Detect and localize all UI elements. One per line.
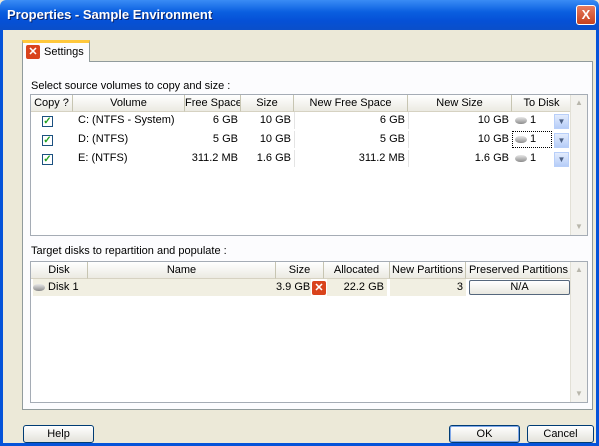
col-to-disk-header[interactable]: To Disk: [512, 95, 572, 112]
col-size-header[interactable]: Size: [276, 262, 324, 279]
close-button[interactable]: X: [576, 5, 596, 25]
target-disks-label: Target disks to repartition and populate…: [31, 245, 227, 257]
col-new-partitions-header[interactable]: New Partitions: [390, 262, 466, 279]
volume-cell: C: (NTFS - System): [78, 114, 175, 126]
source-scrollbar[interactable]: ▲ ▼: [570, 95, 587, 235]
copy-checkbox[interactable]: ✓: [42, 116, 53, 127]
new-free-space-field[interactable]: 311.2 MB: [294, 150, 408, 167]
scroll-up-icon[interactable]: ▲: [572, 96, 586, 110]
disk-icon: [33, 283, 45, 291]
new-size-field[interactable]: 1.6 GB: [408, 150, 512, 167]
col-volume-header[interactable]: Volume: [73, 95, 185, 112]
source-volumes-label: Select source volumes to copy and size :: [31, 80, 231, 92]
chevron-down-icon[interactable]: ▼: [554, 114, 569, 129]
close-icon: X: [581, 7, 591, 22]
window-title: Properties - Sample Environment: [7, 7, 213, 22]
col-disk-header[interactable]: Disk: [31, 262, 88, 279]
help-button[interactable]: Help: [23, 425, 94, 443]
size-cell: 1.6 GB: [256, 152, 291, 164]
copy-checkbox[interactable]: ✓: [42, 135, 53, 146]
chevron-down-icon[interactable]: ▼: [554, 152, 569, 167]
new-size-field[interactable]: 10 GB: [408, 131, 512, 148]
col-size-header[interactable]: Size: [241, 95, 294, 112]
new-free-space-field[interactable]: 5 GB: [294, 131, 408, 148]
volume-cell: E: (NTFS): [78, 152, 128, 164]
volume-cell: D: (NTFS): [78, 133, 129, 145]
disk-cell: Disk 1: [33, 279, 88, 296]
copy-checkbox[interactable]: ✓: [42, 154, 53, 165]
to-disk-select[interactable]: 1: [512, 131, 552, 148]
allocated-cell: 22.2 GB: [327, 279, 387, 296]
disk-icon: [515, 135, 527, 143]
tab-settings-label: Settings: [44, 46, 84, 58]
source-volumes-grid: Copy ? Volume Free Space Size New Free S…: [30, 94, 588, 236]
scroll-down-icon[interactable]: ▼: [572, 387, 586, 401]
col-new-size-header[interactable]: New Size: [408, 95, 512, 112]
to-disk-value: 1: [530, 114, 537, 126]
cancel-button[interactable]: Cancel: [527, 425, 594, 443]
scroll-down-icon[interactable]: ▼: [572, 220, 586, 234]
col-new-free-space-header[interactable]: New Free Space: [294, 95, 408, 112]
disk-icon: [515, 154, 527, 162]
target-disks-grid: Disk Name Size Allocated New Partitions …: [30, 261, 588, 403]
to-disk-value: 1: [530, 152, 537, 164]
title-bar: Properties - Sample Environment X: [0, 0, 599, 30]
target-scrollbar[interactable]: ▲ ▼: [570, 262, 587, 402]
chevron-down-icon[interactable]: ▼: [554, 133, 569, 148]
new-size-field[interactable]: 10 GB: [408, 112, 512, 129]
size-cell: 3.9 GB: [276, 279, 311, 296]
ok-button[interactable]: OK: [449, 425, 520, 443]
disk-label: Disk 1: [48, 281, 79, 293]
col-copy-header[interactable]: Copy ?: [31, 95, 73, 112]
col-allocated-header[interactable]: Allocated: [324, 262, 390, 279]
col-free-space-header[interactable]: Free Space: [185, 95, 241, 112]
tab-settings[interactable]: ✕ Settings: [22, 40, 90, 62]
size-cell: 10 GB: [259, 114, 291, 126]
free-space-cell: 6 GB: [212, 114, 238, 126]
free-space-cell: 5 GB: [212, 133, 238, 145]
to-disk-value: 1: [530, 133, 537, 145]
size-cell: 10 GB: [259, 133, 291, 145]
col-preserved-partitions-header[interactable]: Preserved Partitions: [466, 262, 572, 279]
new-partitions-cell: 3: [390, 279, 466, 296]
new-free-space-field[interactable]: 6 GB: [294, 112, 408, 129]
free-space-cell: 311.2 MB: [191, 152, 238, 164]
scroll-up-icon[interactable]: ▲: [572, 263, 586, 277]
col-name-header[interactable]: Name: [88, 262, 276, 279]
preserved-partitions-button[interactable]: N/A: [469, 280, 570, 295]
disk-icon: [515, 116, 527, 124]
allocation-error-icon: ✕: [312, 281, 326, 295]
settings-error-icon: ✕: [26, 45, 40, 59]
name-cell: [88, 279, 276, 296]
